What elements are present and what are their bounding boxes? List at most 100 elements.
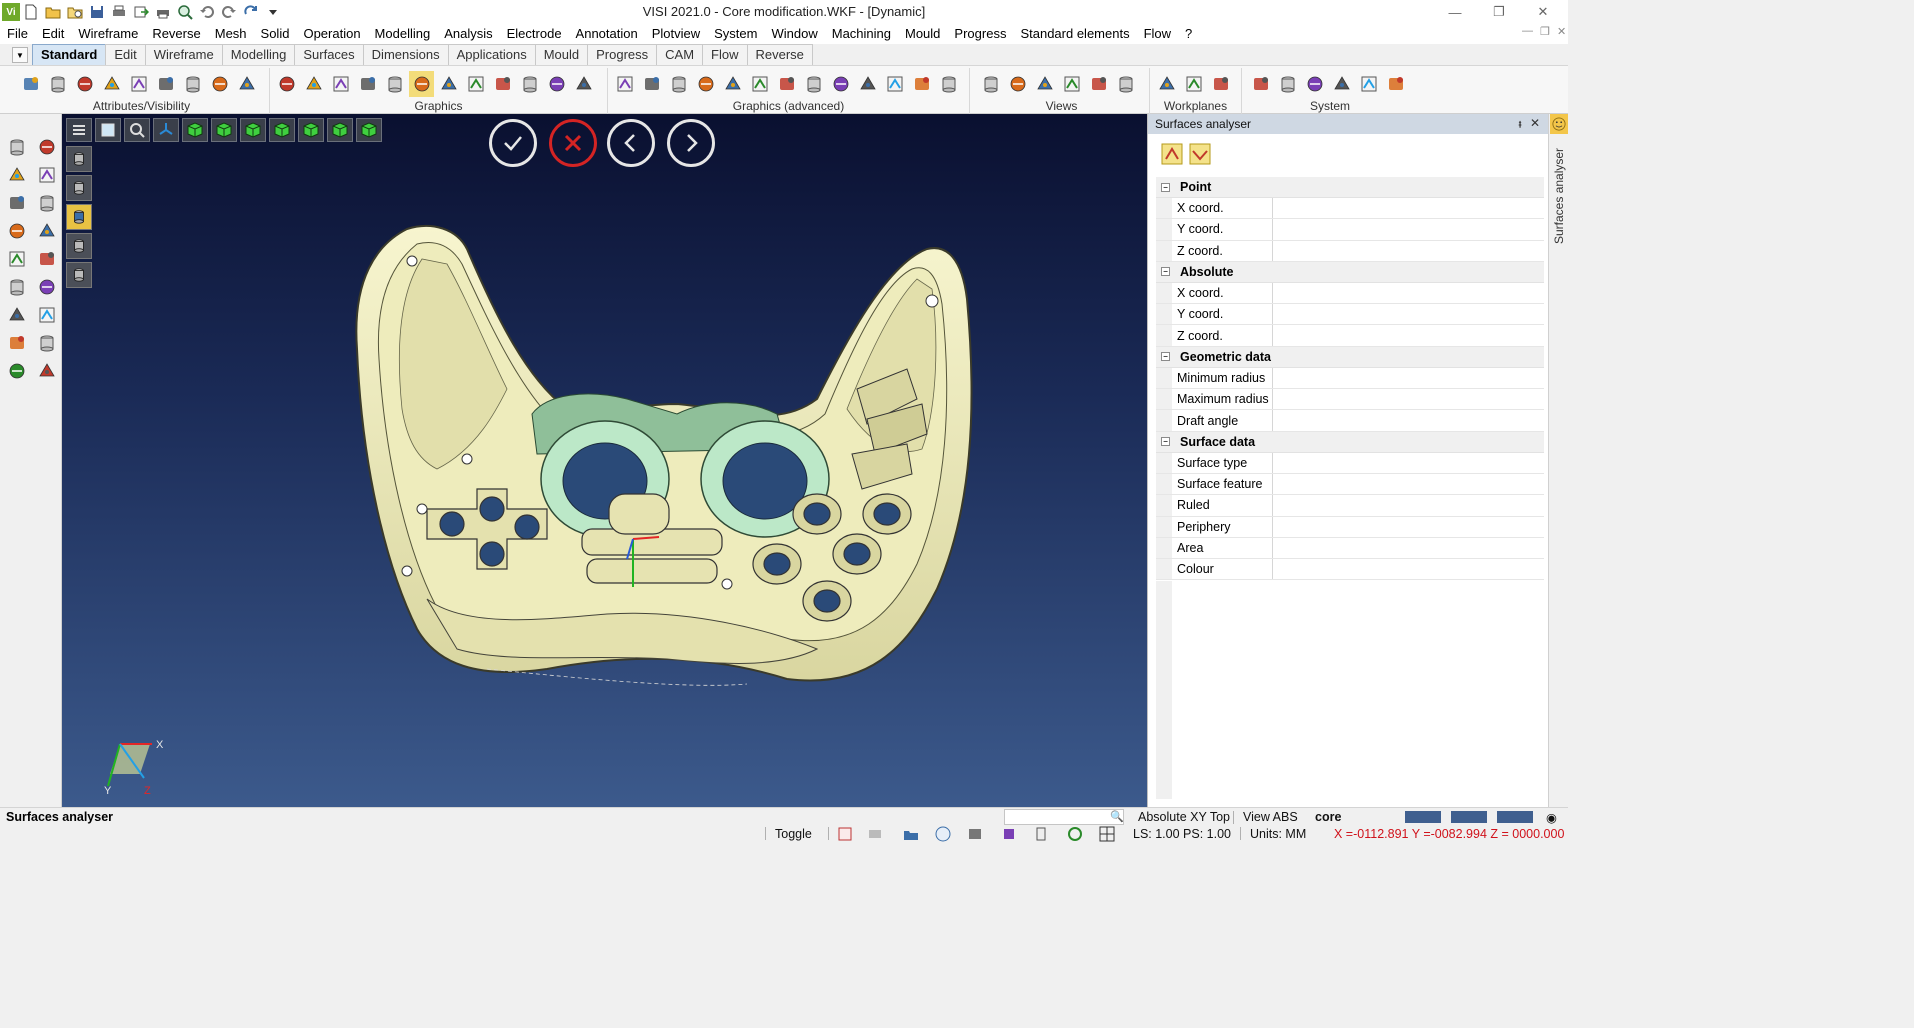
trash-tool-icon[interactable]: [4, 330, 30, 356]
help-tool-icon[interactable]: [4, 302, 30, 328]
sphere-icon[interactable]: [882, 71, 907, 97]
zoom-search-icon[interactable]: [124, 118, 150, 142]
hidden-line-icon[interactable]: [328, 71, 353, 97]
solid-tool-icon[interactable]: [34, 274, 60, 300]
print-icon[interactable]: [152, 2, 174, 22]
wireframe-icon[interactable]: [463, 71, 488, 97]
toggle-button[interactable]: Toggle: [775, 827, 812, 841]
property-row[interactable]: Minimum radius: [1156, 367, 1544, 390]
collapse-icon[interactable]: −: [1161, 182, 1170, 192]
close-icon[interactable]: ✕: [1530, 116, 1540, 130]
workplane-align-icon[interactable]: [1181, 71, 1206, 97]
controller-core-model[interactable]: [347, 209, 987, 699]
property-row[interactable]: Z coord.: [1156, 325, 1544, 347]
property-value[interactable]: [1273, 325, 1544, 345]
tab-standard[interactable]: Standard: [32, 44, 107, 65]
analysis-shade-icon[interactable]: [801, 71, 826, 97]
repeat-icon[interactable]: [240, 2, 262, 22]
search-icon[interactable]: 🔍: [1110, 810, 1124, 823]
property-value[interactable]: [1273, 283, 1544, 303]
fit-icon[interactable]: [95, 118, 121, 142]
cylinder-mode-4-icon[interactable]: [66, 233, 92, 259]
settings-icon[interactable]: [1275, 71, 1300, 97]
shaded-icon[interactable]: [355, 71, 380, 97]
save-icon[interactable]: [86, 2, 108, 22]
palette-icon[interactable]: [1248, 71, 1273, 97]
property-value[interactable]: [1273, 241, 1544, 261]
graphics-viewport[interactable]: X Y Z: [62, 114, 1147, 807]
tab-wireframe[interactable]: Wireframe: [144, 44, 223, 65]
menu-plotview[interactable]: Plotview: [645, 24, 707, 44]
section-absolute[interactable]: − Absolute: [1156, 261, 1544, 283]
tab-progress[interactable]: Progress: [587, 44, 658, 65]
hide-icon[interactable]: [72, 71, 97, 97]
property-row[interactable]: Surface type: [1156, 452, 1544, 474]
status-search-input[interactable]: [1004, 809, 1124, 825]
zoom-preview-icon[interactable]: [174, 2, 196, 22]
property-row[interactable]: Ruled: [1156, 495, 1544, 517]
section-icon[interactable]: [490, 71, 515, 97]
sketch-icon[interactable]: [693, 71, 718, 97]
ribbon-collapse-icon[interactable]: ▼: [12, 47, 28, 63]
smiley-icon[interactable]: [1550, 114, 1568, 134]
pin-icon[interactable]: ⭻: [1518, 116, 1522, 135]
property-value[interactable]: [1273, 219, 1544, 239]
cylinder-icon[interactable]: [720, 71, 745, 97]
section-point[interactable]: − Point: [1156, 177, 1544, 198]
image-icon[interactable]: [1329, 71, 1354, 97]
plane-icon[interactable]: [1383, 71, 1408, 97]
print-setup-icon[interactable]: [108, 2, 130, 22]
menu-machining[interactable]: Machining: [825, 24, 898, 44]
collapse-icon[interactable]: −: [1161, 352, 1170, 362]
collapse-icon[interactable]: −: [1161, 267, 1170, 277]
property-row[interactable]: X coord.: [1156, 282, 1544, 305]
menu-file[interactable]: File: [0, 24, 35, 44]
menu-electrode[interactable]: Electrode: [500, 24, 569, 44]
cylinder-alt-icon[interactable]: [747, 71, 772, 97]
menu-icon[interactable]: [66, 118, 92, 142]
view-right-icon[interactable]: [240, 118, 266, 142]
layer-indicator[interactable]: core: [1315, 810, 1341, 824]
menu-mould[interactable]: Mould: [898, 24, 947, 44]
select-surface-icon[interactable]: [1160, 142, 1184, 166]
rotate-icon[interactable]: [1086, 71, 1111, 97]
menu-system[interactable]: System: [707, 24, 764, 44]
curve-tool-icon[interactable]: [4, 218, 30, 244]
cylinder-mode-2-icon[interactable]: [66, 175, 92, 201]
cube-status-icon[interactable]: [1000, 826, 1018, 842]
new-file-icon[interactable]: [20, 2, 42, 22]
undo-tool-icon[interactable]: [34, 330, 60, 356]
reveal-icon[interactable]: [207, 71, 232, 97]
grid-status-icon[interactable]: [1098, 826, 1116, 842]
tab-flow[interactable]: Flow: [702, 44, 748, 65]
view-indicator[interactable]: View ABS: [1243, 810, 1298, 824]
view-back-icon[interactable]: [327, 118, 353, 142]
workplane-dynamic-icon[interactable]: [1208, 71, 1233, 97]
confirm-icon[interactable]: [489, 119, 537, 167]
snap-icon[interactable]: [34, 134, 60, 160]
modify-icon[interactable]: [34, 218, 60, 244]
environment-icon[interactable]: [666, 71, 691, 97]
zoom-icon[interactable]: [978, 71, 1003, 97]
tab-reverse[interactable]: Reverse: [746, 44, 813, 65]
menu-operation[interactable]: Operation: [296, 24, 367, 44]
tab-surfaces[interactable]: Surfaces: [294, 44, 364, 65]
layers-tool-icon[interactable]: [4, 246, 30, 272]
sphere-shade-icon[interactable]: [936, 71, 961, 97]
mesh-icon[interactable]: [828, 71, 853, 97]
status-block[interactable]: [1405, 811, 1441, 823]
property-row[interactable]: Periphery: [1156, 516, 1544, 538]
app-logo[interactable]: Vi: [2, 3, 20, 21]
menu-progress[interactable]: Progress: [947, 24, 1013, 44]
measure-icon[interactable]: [4, 134, 30, 160]
swap-icon[interactable]: [153, 71, 178, 97]
property-value[interactable]: [1273, 495, 1544, 515]
view-iso-icon[interactable]: [269, 118, 295, 142]
zoom-window-icon[interactable]: [1032, 71, 1057, 97]
menu-reverse[interactable]: Reverse: [145, 24, 207, 44]
property-row[interactable]: X coord.: [1156, 198, 1544, 220]
collapse-icon[interactable]: −: [1161, 437, 1170, 447]
axis-icon[interactable]: [153, 118, 179, 142]
materials-icon[interactable]: [544, 71, 569, 97]
layer-icon[interactable]: [45, 71, 70, 97]
